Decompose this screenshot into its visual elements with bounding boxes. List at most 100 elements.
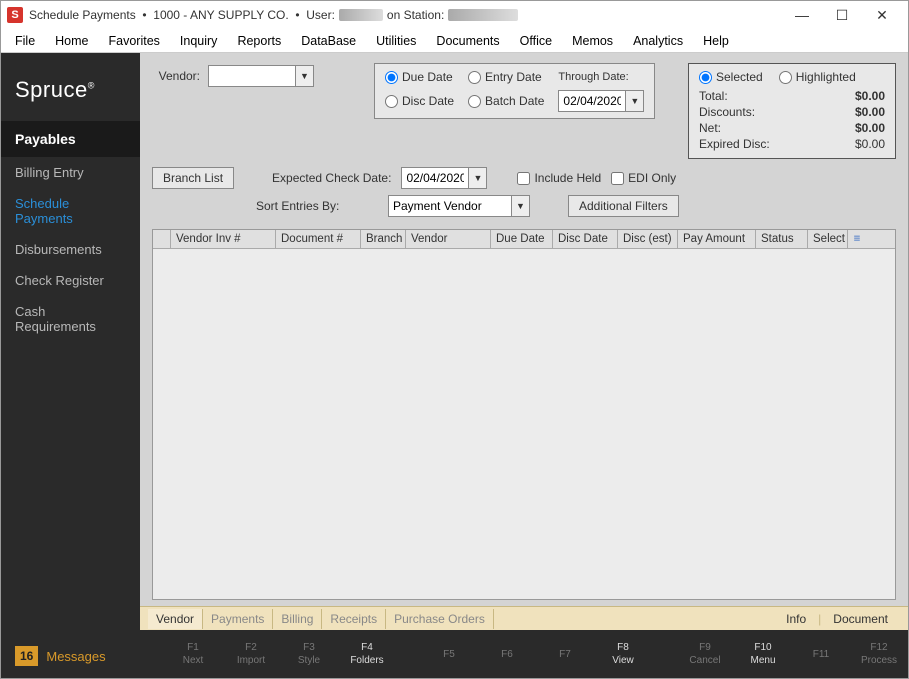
summary-row: Total:$0.00: [699, 88, 885, 104]
minimize-button[interactable]: —: [782, 3, 822, 27]
sort-label: Sort Entries By:: [256, 199, 378, 213]
fkey-f8[interactable]: F8View: [594, 641, 652, 667]
radio-highlighted[interactable]: Highlighted: [779, 70, 856, 84]
summary-row: Discounts:$0.00: [699, 104, 885, 120]
user-redacted: [339, 9, 383, 21]
summary-row: Net:$0.00: [699, 120, 885, 136]
expected-date-combo[interactable]: ▼: [401, 167, 487, 189]
messages-link[interactable]: 16 Messages: [1, 638, 140, 678]
menu-database[interactable]: DataBase: [291, 31, 366, 51]
menu-office[interactable]: Office: [510, 31, 562, 51]
vendor-label: Vendor:: [152, 69, 200, 83]
nav-billing-entry[interactable]: Billing Entry: [1, 157, 140, 188]
menubar: FileHomeFavoritesInquiryReportsDataBaseU…: [1, 29, 908, 53]
menu-reports[interactable]: Reports: [227, 31, 291, 51]
expected-date-input[interactable]: [402, 168, 468, 188]
tab-payments[interactable]: Payments: [203, 609, 273, 629]
messages-label: Messages: [46, 649, 105, 664]
chevron-down-icon[interactable]: ▼: [468, 168, 486, 188]
menu-home[interactable]: Home: [45, 31, 98, 51]
fkey-f9[interactable]: F9Cancel: [676, 641, 734, 667]
nav-check-register[interactable]: Check Register: [1, 265, 140, 296]
fkey-f3[interactable]: F3Style: [280, 641, 338, 667]
fkey-f6[interactable]: F6: [478, 648, 536, 661]
station-redacted: [448, 9, 518, 21]
titlebar: S Schedule Payments • 1000 - ANY SUPPLY …: [1, 1, 908, 29]
chevron-down-icon[interactable]: ▼: [625, 91, 643, 111]
col-disc-date[interactable]: Disc Date: [553, 230, 618, 248]
footer-fkeys: F1NextF2ImportF3StyleF4Folders F5F6F7F8Vi…: [140, 630, 908, 678]
app-icon: S: [7, 7, 23, 23]
vendor-input[interactable]: [209, 66, 295, 86]
fkey-f12[interactable]: F12Process: [850, 641, 908, 667]
through-date-combo[interactable]: ▼: [558, 90, 644, 112]
sort-input[interactable]: [389, 196, 511, 216]
menu-utilities[interactable]: Utilities: [366, 31, 426, 51]
col-vendor[interactable]: Vendor: [406, 230, 491, 248]
radio-disc-date[interactable]: Disc Date: [385, 94, 454, 108]
tab-receipts[interactable]: Receipts: [322, 609, 386, 629]
col-pay-amount[interactable]: Pay Amount: [678, 230, 756, 248]
menu-inquiry[interactable]: Inquiry: [170, 31, 228, 51]
tab-vendor[interactable]: Vendor: [148, 609, 203, 629]
menu-documents[interactable]: Documents: [426, 31, 509, 51]
title-user-label: User:: [306, 8, 335, 22]
branch-list-button[interactable]: Branch List: [152, 167, 234, 189]
col-document-[interactable]: Document #: [276, 230, 361, 248]
col-rowhead[interactable]: [153, 230, 171, 248]
fkey-f4[interactable]: F4Folders: [338, 641, 396, 667]
fkey-f7[interactable]: F7: [536, 648, 594, 661]
menu-file[interactable]: File: [5, 31, 45, 51]
menu-favorites[interactable]: Favorites: [99, 31, 170, 51]
col-select[interactable]: Select: [808, 230, 848, 248]
date-type-group: Due Date Entry Date Through Date: Disc D…: [374, 63, 655, 119]
bottom-tabs: VendorPaymentsBillingReceiptsPurchase Or…: [140, 606, 908, 630]
col-vendor-inv-[interactable]: Vendor Inv #: [171, 230, 276, 248]
through-date-input[interactable]: [559, 91, 625, 111]
grid-menu-icon[interactable]: ≡: [848, 230, 866, 248]
messages-badge: 16: [15, 646, 38, 666]
col-disc-est-[interactable]: Disc (est): [618, 230, 678, 248]
col-branch[interactable]: Branch: [361, 230, 406, 248]
title-app: Schedule Payments: [29, 8, 136, 22]
tab-purchase-orders[interactable]: Purchase Orders: [386, 609, 494, 629]
document-link[interactable]: Document: [821, 612, 900, 626]
fkey-f1[interactable]: F1Next: [164, 641, 222, 667]
radio-batch-date[interactable]: Batch Date: [468, 94, 544, 108]
nav-disbursements[interactable]: Disbursements: [1, 234, 140, 265]
fkey-f5[interactable]: F5: [420, 648, 478, 661]
fkey-f11[interactable]: F11: [792, 648, 850, 661]
maximize-button[interactable]: ☐: [822, 3, 862, 27]
chevron-down-icon[interactable]: ▼: [511, 196, 529, 216]
radio-due-date[interactable]: Due Date: [385, 70, 454, 84]
vendor-combo[interactable]: ▼: [208, 65, 314, 87]
sidebar-section: Payables: [1, 121, 140, 157]
fkey-f10[interactable]: F10Menu: [734, 641, 792, 667]
radio-entry-date[interactable]: Entry Date: [468, 70, 544, 84]
through-date-label: Through Date:: [558, 71, 644, 83]
edi-only-checkbox[interactable]: EDI Only: [611, 171, 676, 185]
summary-panel: Selected Highlighted Total:$0.00Discount…: [688, 63, 896, 159]
data-grid: Vendor Inv #Document #BranchVendorDue Da…: [152, 229, 896, 600]
nav-cash-requirements[interactable]: Cash Requirements: [1, 296, 140, 342]
title-company: 1000 - ANY SUPPLY CO.: [153, 8, 288, 22]
sort-combo[interactable]: ▼: [388, 195, 530, 217]
info-link[interactable]: Info: [774, 612, 818, 626]
additional-filters-button[interactable]: Additional Filters: [568, 195, 679, 217]
grid-body[interactable]: [153, 249, 895, 599]
close-button[interactable]: ✕: [862, 3, 902, 27]
include-held-checkbox[interactable]: Include Held: [517, 171, 601, 185]
col-status[interactable]: Status: [756, 230, 808, 248]
menu-help[interactable]: Help: [693, 31, 739, 51]
radio-selected[interactable]: Selected: [699, 70, 763, 84]
menu-analytics[interactable]: Analytics: [623, 31, 693, 51]
col-due-date[interactable]: Due Date: [491, 230, 553, 248]
tab-billing[interactable]: Billing: [273, 609, 322, 629]
fkey-f2[interactable]: F2Import: [222, 641, 280, 667]
chevron-down-icon[interactable]: ▼: [295, 66, 313, 86]
nav-schedule-payments[interactable]: Schedule Payments: [1, 188, 140, 234]
logo: Spruce®: [1, 53, 140, 121]
sidebar: Spruce® Payables Billing EntrySchedule P…: [1, 53, 140, 678]
title-station-label: on Station:: [387, 8, 444, 22]
menu-memos[interactable]: Memos: [562, 31, 623, 51]
